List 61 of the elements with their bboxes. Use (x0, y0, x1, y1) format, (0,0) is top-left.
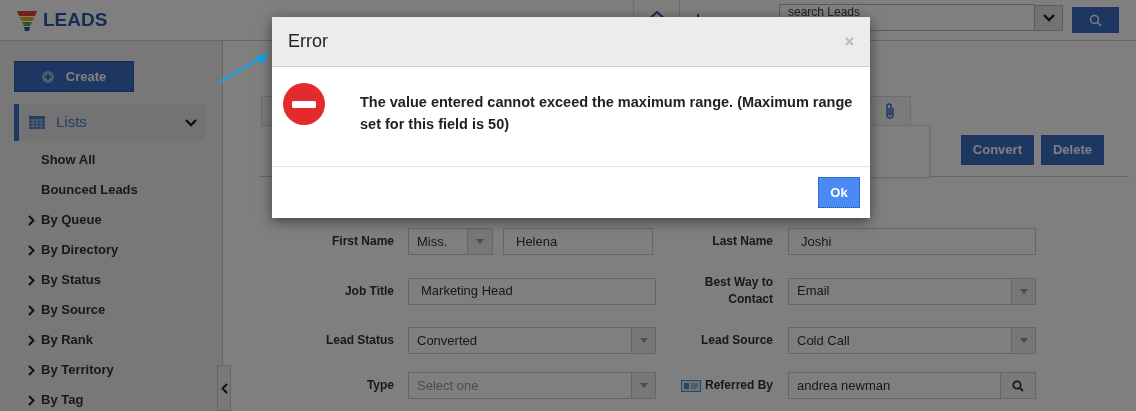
sidebar-item[interactable]: Show All (41, 150, 96, 170)
sidebar-item[interactable]: Bounced Leads (41, 180, 138, 200)
app-title: LEADS (43, 7, 108, 32)
select-field[interactable]: Email (788, 277, 1036, 305)
calendar-icon (29, 116, 45, 129)
dialog-title: Error (288, 30, 328, 53)
caret-icon (1019, 288, 1028, 294)
field-label: Type (366, 377, 394, 394)
chevron-right-icon (28, 304, 35, 316)
select-field[interactable]: Cold Call (788, 327, 1036, 354)
chevron-right-icon (28, 364, 35, 376)
funnel-logo-icon (17, 9, 37, 31)
chevron-right-icon (28, 394, 35, 406)
plus-circle-icon (41, 70, 54, 83)
toolbar-button[interactable]: Delete (1040, 135, 1104, 165)
sidebar-item[interactable]: By Source (41, 300, 106, 320)
chevron-right-icon (28, 274, 35, 286)
chevron-right-icon (28, 214, 35, 226)
create-button[interactable]: Create (14, 61, 134, 92)
first-name-field[interactable]: Helena (503, 228, 653, 255)
caret-icon (476, 239, 484, 244)
chevron-right-icon (28, 334, 35, 346)
chevron-right-icon (28, 244, 35, 256)
select-field[interactable]: Converted (408, 327, 656, 354)
pointer-arrow (217, 52, 270, 84)
sidebar-item[interactable]: By Territory (41, 360, 114, 380)
chevron-left-icon (220, 382, 228, 394)
sidebar-item[interactable]: By Tag (41, 390, 84, 410)
search-button[interactable] (1001, 372, 1036, 399)
sidebar-item[interactable]: By Queue (41, 210, 102, 230)
caret-icon (1019, 338, 1028, 343)
text-field[interactable]: Marketing Head (408, 277, 656, 305)
toolbar-button[interactable]: Convert (960, 135, 1034, 165)
lookup-field[interactable]: andrea newman (788, 372, 1001, 399)
search-icon (1012, 379, 1024, 392)
salutation-select[interactable]: Miss. (408, 228, 493, 255)
sidebar-item[interactable]: By Rank (41, 330, 94, 350)
lists-header[interactable]: Lists (14, 104, 205, 141)
field-label: First Name (331, 233, 394, 250)
search-icon (1089, 13, 1102, 27)
field-label: Referred By (704, 377, 773, 394)
field-label: Best Way to Contact (703, 274, 773, 308)
caret-icon (639, 383, 648, 388)
ok-button[interactable]: Ok (818, 177, 860, 208)
caret-icon (639, 338, 648, 343)
collapse-handle[interactable] (217, 365, 231, 411)
field-label: Lead Status (326, 332, 394, 349)
error-message: The value entered cannot exceed the maximum range. (Maximum range set for this field is 50) (360, 93, 854, 134)
field-label: Job Title (344, 282, 394, 300)
search-button[interactable] (1072, 7, 1119, 33)
field-label: Last Name (712, 233, 773, 250)
sidebar-item[interactable]: By Status (41, 270, 101, 290)
chevron-down-icon (1042, 13, 1055, 22)
field-label: Lead Source (700, 332, 773, 349)
error-stop-icon (282, 82, 326, 126)
text-field[interactable]: Joshi (788, 228, 1036, 255)
search-dropdown-button[interactable] (1035, 4, 1063, 31)
paperclip-icon[interactable] (884, 102, 896, 120)
chevron-down-icon (185, 118, 197, 127)
sidebar-item[interactable]: By Directory (41, 240, 119, 260)
contact-card-icon (680, 379, 701, 392)
